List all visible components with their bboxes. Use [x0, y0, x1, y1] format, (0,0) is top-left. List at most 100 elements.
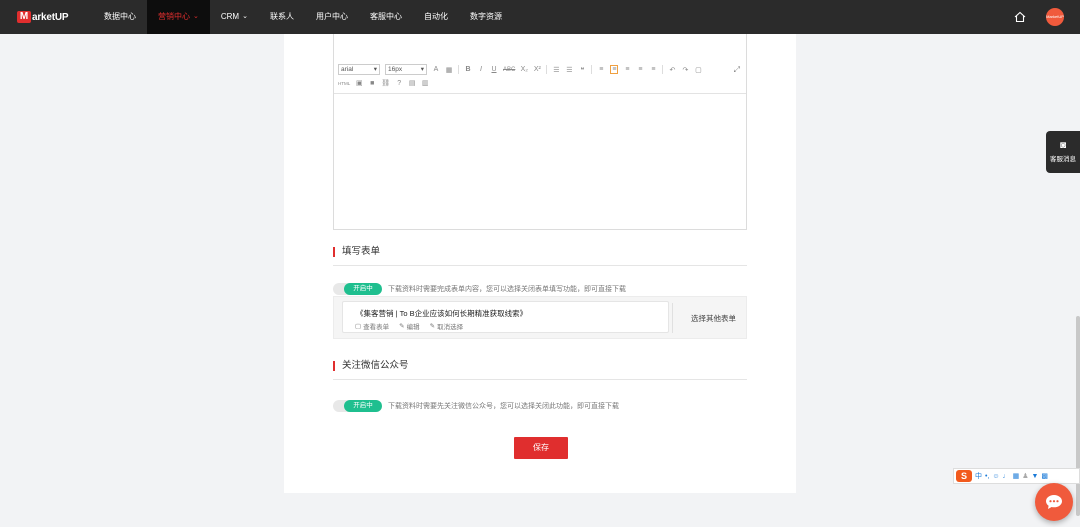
toolbar-divider [458, 65, 459, 74]
toggle-on-label: 开启中 [344, 283, 382, 295]
wechat-hint: 下载资料时需要先关注微信公众号，您可以选择关闭此功能，即可直接下载 [388, 403, 619, 410]
unordered-list-icon[interactable]: ☰ [565, 66, 573, 74]
font-family-select[interactable]: arial ▾ [338, 64, 380, 75]
view-form-button[interactable]: ▢ 查看表单 [355, 321, 389, 331]
choose-other-form-button[interactable]: 选择其他表单 [691, 313, 736, 324]
strikethrough-icon[interactable]: ABC [503, 67, 515, 73]
template-icon[interactable]: ▥ [421, 79, 429, 87]
logo[interactable]: M arketUP [17, 11, 93, 23]
chat-icon [1046, 495, 1062, 509]
logo-text: arketUP [32, 11, 69, 23]
chevron-down-icon: ⌄ [193, 13, 199, 20]
customer-message-label: 客服消息 [1050, 156, 1076, 163]
superscript-icon[interactable]: X² [533, 66, 541, 73]
align-left-icon[interactable]: ≡ [610, 65, 619, 74]
nav-item-marketing-center[interactable]: 营销中心 ⌄ [147, 0, 210, 34]
form-actions: ▢ 查看表单 ✎ 编辑 ✎ 取消选择 [355, 321, 463, 331]
section-divider [333, 379, 747, 380]
chevron-down-icon: ▾ [420, 66, 424, 73]
fill-form-toggle[interactable]: 开启中 [333, 283, 382, 295]
new-document-icon[interactable]: ▢ [694, 66, 702, 74]
link-icon[interactable]: ⛓ [381, 79, 390, 87]
align-center-icon[interactable]: ≡ [623, 66, 631, 73]
chevron-down-icon: ⌄ [242, 13, 248, 20]
edit-form-button[interactable]: ✎ 编辑 [399, 321, 419, 331]
nav-item-automation[interactable]: 自动化 [413, 0, 459, 34]
scroll-thumb[interactable] [1076, 316, 1080, 516]
nav-label: 客服中心 [369, 12, 402, 21]
form-name: 《集客营销 | To B企业应该如何长期精准获取线索》 [356, 309, 528, 318]
subscript-icon[interactable]: X₂ [520, 66, 528, 73]
fill-form-hint: 下载资料时需要完成表单内容，您可以选择关闭表单填写功能，即可直接下载 [388, 286, 626, 293]
ime-toolbar[interactable]: S 中 •, ☺ ♩ ▦ ♟ ▼ ▩ [953, 468, 1080, 484]
chevron-down-icon: ▾ [373, 66, 377, 73]
nav-item-user-center[interactable]: 用户中心 [305, 0, 359, 34]
nav-item-crm[interactable]: CRM ⌄ [210, 0, 259, 34]
ordered-list-icon[interactable]: ☰ [552, 66, 560, 74]
edit-icon: ✎ [429, 323, 436, 330]
help-icon[interactable]: ? [395, 80, 403, 87]
user-icon[interactable]: ♟ [1022, 472, 1028, 480]
redo-icon[interactable]: ↷ [681, 66, 689, 74]
underline-icon[interactable]: U [490, 66, 498, 73]
content-panel: arial ▾ 16px ▾ A ▦ B I U ABC X₂ X² ☰ ☰ ❝ ≡… [284, 34, 796, 493]
fill-form-section-title: 填写表单 [333, 247, 380, 257]
edit-icon: ✎ [399, 323, 405, 330]
emoji-icon[interactable]: ☺ [992, 473, 999, 480]
video-icon[interactable]: ■ [368, 80, 376, 87]
toolbar-divider [546, 65, 548, 74]
avatar[interactable]: MarketUP [1046, 8, 1064, 26]
rich-text-editor[interactable]: arial ▾ 16px ▾ A ▦ B I U ABC X₂ X² ☰ ☰ ❝ ≡… [333, 34, 747, 230]
vertical-divider [672, 303, 673, 333]
indent-icon[interactable]: ≡ [597, 66, 605, 73]
undo-icon[interactable]: ↶ [668, 66, 676, 74]
font-color-icon[interactable]: A [432, 66, 440, 73]
section-divider [333, 265, 747, 266]
microphone-icon[interactable]: ♩ [1003, 473, 1010, 480]
nav-label: 用户中心 [315, 12, 348, 21]
nav-item-contacts[interactable]: 联系人 [259, 0, 305, 34]
nav-label: 自动化 [423, 12, 448, 21]
skin-icon[interactable]: ▼ [1031, 473, 1038, 480]
customer-message-widget[interactable]: ◙ 客服消息 [1046, 131, 1080, 173]
wechat-section-title: 关注微信公众号 [333, 361, 409, 371]
edit-form-label: 编辑 [406, 324, 420, 331]
html-source-icon[interactable]: HTML [338, 81, 350, 86]
nav-label: 联系人 [269, 12, 294, 21]
background-color-icon[interactable]: ▦ [445, 66, 453, 74]
align-justify-icon[interactable]: ≡ [649, 66, 657, 73]
image-icon[interactable]: ▣ [355, 79, 363, 87]
bold-icon[interactable]: B [464, 66, 472, 73]
toolbox-icon[interactable]: ▩ [1041, 472, 1048, 480]
keyboard-icon[interactable]: ▦ [1013, 472, 1020, 480]
table-icon[interactable]: ▤ [408, 79, 416, 87]
nav-item-service-center[interactable]: 客服中心 [359, 0, 413, 34]
editor-toolbar: arial ▾ 16px ▾ A ▦ B I U ABC X₂ X² ☰ ☰ ❝ ≡… [334, 62, 746, 94]
top-nav: M arketUP 数据中心 营销中心 ⌄ CRM ⌄ 联系人 用户中心 客服中心 … [0, 0, 1080, 34]
font-size-value: 16px [388, 66, 403, 73]
chat-bubble-icon: ◙ [1059, 140, 1067, 151]
wechat-follow-toggle[interactable]: 开启中 [333, 400, 382, 412]
save-button[interactable]: 保存 [514, 437, 568, 459]
home-icon[interactable] [1014, 11, 1026, 23]
nav-label: 数字资源 [469, 12, 502, 21]
chat-floating-button[interactable] [1035, 483, 1073, 521]
italic-icon[interactable]: I [477, 66, 485, 73]
toolbar-row-2: HTML ▣ ■ ⛓ ? ▤ ▥ [338, 79, 429, 88]
punctuation-icon[interactable]: •, [985, 473, 989, 480]
page-scrollbar[interactable] [1076, 34, 1080, 527]
cancel-selection-button[interactable]: ✎ 取消选择 [430, 321, 463, 331]
toolbar-divider [591, 65, 593, 74]
fullscreen-icon[interactable]: ⤢ [734, 65, 740, 75]
nav-item-data-center[interactable]: 数据中心 [93, 0, 147, 34]
nav-label: CRM [220, 12, 240, 21]
selected-form-card: 《集客营销 | To B企业应该如何长期精准获取线索》 ▢ 查看表单 ✎ 编辑 ✎ 取… [342, 301, 669, 333]
align-right-icon[interactable]: ≡ [636, 66, 644, 73]
font-size-select[interactable]: 16px ▾ [385, 64, 427, 75]
cancel-selection-label: 取消选择 [437, 324, 464, 331]
blockquote-icon[interactable]: ❝ [578, 66, 586, 74]
ime-language[interactable]: 中 [975, 471, 982, 481]
sogou-logo-icon: S [956, 470, 972, 482]
selected-form-box: 《集客营销 | To B企业应该如何长期精准获取线索》 ▢ 查看表单 ✎ 编辑 ✎ 取… [333, 296, 747, 339]
nav-item-digital-assets[interactable]: 数字资源 [459, 0, 513, 34]
